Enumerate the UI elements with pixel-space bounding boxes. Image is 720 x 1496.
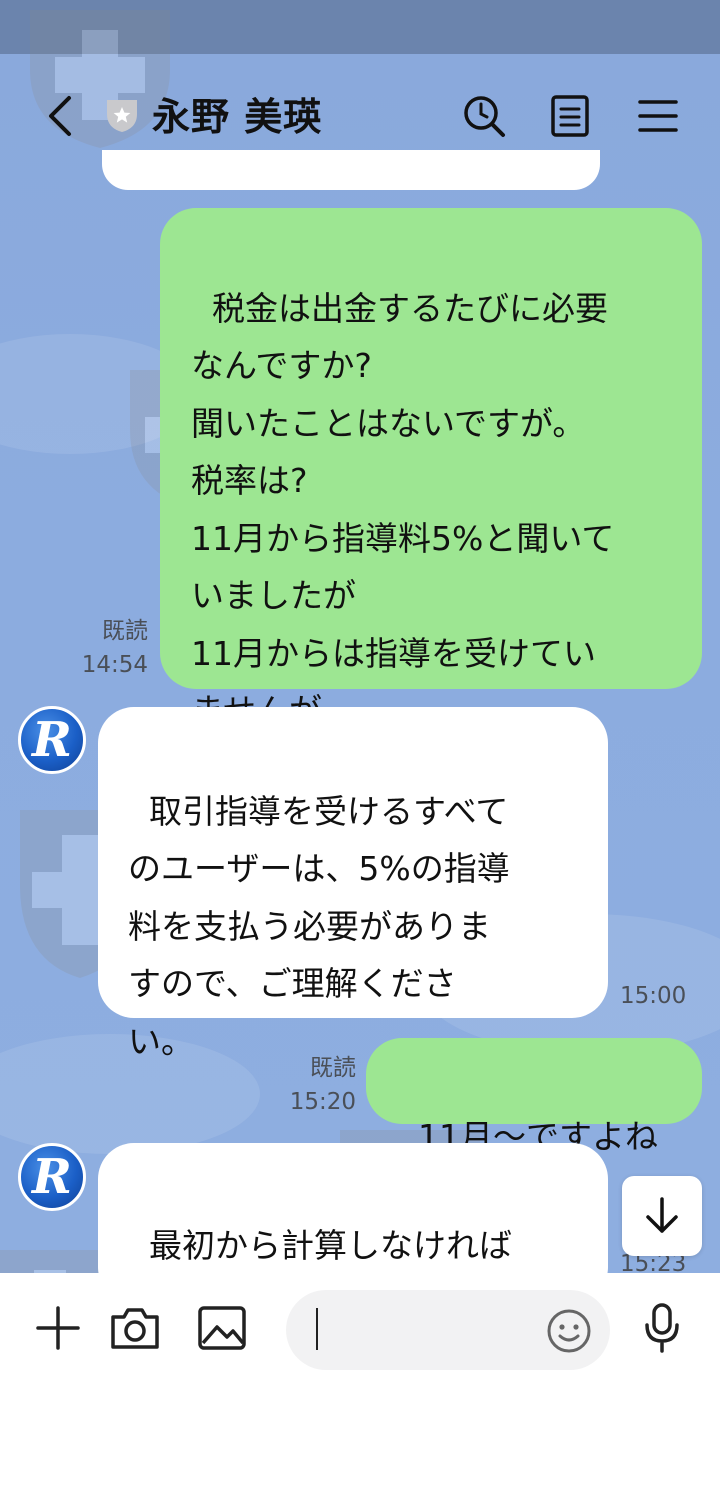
voice-button[interactable] [634, 1300, 690, 1356]
read-receipt: 既読 [310, 1055, 356, 1081]
avatar[interactable]: R [18, 706, 86, 774]
message-bubble-outgoing[interactable]: 11月〜ですよね [366, 1038, 702, 1156]
search-button[interactable] [460, 92, 508, 140]
message-bubble-incoming[interactable]: 取引指導を受けるすべて のユーザーは、5%の指導 料を支払う必要がありま すので… [98, 707, 608, 1061]
contact-name[interactable]: 永野 美瑛 [152, 92, 322, 142]
message-time: 15:20 [289, 1089, 356, 1115]
chevron-left-icon [49, 96, 71, 136]
message-text: 税金は出金するたびに必要 なんですか? 聞いたことはないですが。 税率は? 11… [191, 288, 615, 731]
shield-star-icon [107, 100, 137, 132]
notes-icon [551, 95, 589, 137]
plus-icon [36, 1306, 80, 1350]
back-button[interactable] [38, 92, 82, 140]
text-caret [316, 1308, 318, 1350]
menu-icon [638, 100, 678, 132]
emoji-icon[interactable] [546, 1308, 592, 1354]
search-icon [464, 96, 505, 137]
camera-icon [111, 1308, 159, 1349]
message-time: 15:00 [620, 983, 687, 1009]
camera-button[interactable] [107, 1300, 163, 1356]
notes-button[interactable] [546, 92, 594, 140]
image-icon [198, 1306, 246, 1350]
scroll-to-bottom-button[interactable] [622, 1176, 702, 1256]
message-time: 14:54 [81, 652, 148, 678]
plus-button[interactable] [30, 1300, 86, 1356]
microphone-icon [645, 1303, 679, 1353]
image-button[interactable] [194, 1300, 250, 1356]
message-bubble-partial [102, 150, 600, 190]
message-bubble-outgoing[interactable]: 税金は出金するたびに必要 なんですか? 聞いたことはないですが。 税率は? 11… [160, 208, 702, 730]
menu-button[interactable] [634, 92, 682, 140]
arrow-down-icon [646, 1197, 678, 1233]
read-receipt: 既読 [102, 618, 148, 644]
avatar[interactable]: R [18, 1143, 86, 1211]
